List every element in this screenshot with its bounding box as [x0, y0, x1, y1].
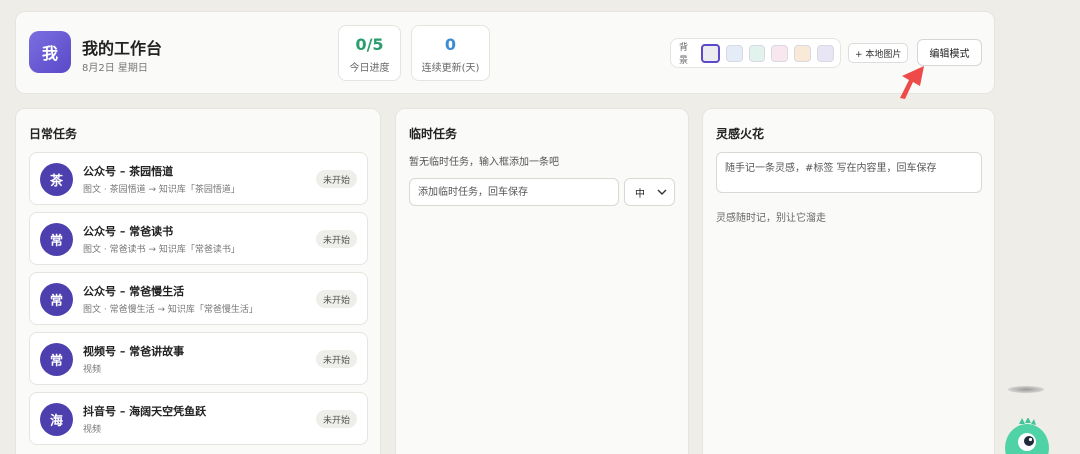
task-subtitle: 视频 — [83, 365, 102, 375]
page-title: 我的工作台 — [82, 39, 163, 58]
task-name: 公众号 – 茶园悟道 — [83, 165, 174, 178]
background-swatch[interactable] — [725, 44, 743, 62]
ideas-hint: 灵感随时记，别让它溜走 — [716, 213, 826, 224]
mascot-shadow — [1008, 386, 1044, 393]
stat-label: 今日进度 — [349, 63, 390, 74]
task-card[interactable]: 常 视频号 – 常爸讲故事 视频 未开始 — [29, 332, 368, 385]
arrow-pointer-icon — [900, 66, 924, 99]
task-name: 抖音号 – 海阔天空凭鱼跃 — [83, 405, 207, 418]
task-card[interactable]: 海 抖音号 – 海阔天空凭鱼跃 视频 未开始 — [29, 392, 368, 445]
panel-title: 灵感火花 — [716, 127, 765, 141]
status-badge[interactable]: 未开始 — [315, 230, 357, 248]
daily-tasks-panel: 日常任务 茶 公众号 – 茶园悟道 图文 · 茶园悟道 → 知识库「茶园悟道」 … — [15, 108, 381, 454]
stat-value: 0 — [444, 35, 457, 54]
edit-mode-button[interactable]: 编辑模式 — [917, 39, 982, 66]
priority-select[interactable]: 中 — [624, 178, 675, 206]
task-avatar: 茶 — [40, 163, 73, 196]
ideas-panel: 灵感火花 灵感随时记，别让它溜走 — [702, 108, 995, 454]
user-avatar: 我 — [29, 31, 71, 73]
task-card[interactable]: 常 公众号 – 常爸读书 图文 · 常爸读书 → 知识库「常爸读书」 未开始 — [29, 212, 368, 265]
task-name: 公众号 – 常爸读书 — [83, 225, 174, 238]
stat-label: 连续更新(天) — [421, 63, 480, 74]
task-avatar: 常 — [40, 223, 73, 256]
task-name: 视频号 – 常爸讲故事 — [83, 345, 185, 358]
status-badge[interactable]: 未开始 — [315, 170, 357, 188]
panel-title: 日常任务 — [29, 127, 78, 141]
stat-streak-days: 0 连续更新(天) — [411, 25, 490, 81]
background-swatch[interactable] — [794, 44, 812, 62]
temp-task-input[interactable] — [409, 178, 619, 206]
task-subtitle: 图文 · 常爸慢生活 → 知识库「常爸慢生活」 — [83, 305, 258, 315]
background-swatch[interactable] — [700, 43, 720, 63]
temp-tasks-panel: 临时任务 暂无临时任务，输入框添加一条吧 中 — [395, 108, 689, 454]
mascot-icon[interactable] — [1003, 418, 1051, 454]
task-avatar: 常 — [40, 283, 73, 316]
background-swatch[interactable] — [748, 44, 766, 62]
empty-hint: 暂无临时任务，输入框添加一条吧 — [409, 157, 559, 168]
task-avatar: 常 — [40, 343, 73, 376]
task-subtitle: 图文 · 常爸读书 → 知识库「常爸读书」 — [83, 245, 240, 255]
background-picker: 背景 — [670, 38, 841, 68]
idea-input[interactable] — [716, 152, 982, 193]
task-subtitle: 图文 · 茶园悟道 → 知识库「茶园悟道」 — [83, 185, 240, 195]
background-label: 背景 — [679, 43, 689, 66]
background-swatch[interactable] — [771, 44, 789, 62]
task-avatar: 海 — [40, 403, 73, 436]
arrow-pointer-shape — [900, 66, 924, 99]
chevron-down-icon — [657, 189, 667, 195]
task-card[interactable]: 常 公众号 – 常爸慢生活 图文 · 常爸慢生活 → 知识库「常爸慢生活」 未开… — [29, 272, 368, 325]
header-card: 我 我的工作台 8月2日 星期日 0/5 今日进度 0 连续更新(天) 背景 +… — [15, 11, 995, 94]
task-card[interactable]: 茶 公众号 – 茶园悟道 图文 · 茶园悟道 → 知识库「茶园悟道」 未开始 — [29, 152, 368, 205]
status-badge[interactable]: 未开始 — [315, 290, 357, 308]
current-date: 8月2日 星期日 — [82, 63, 148, 74]
background-swatch[interactable] — [817, 44, 834, 62]
status-badge[interactable]: 未开始 — [315, 350, 357, 368]
task-name: 公众号 – 常爸慢生活 — [83, 285, 185, 298]
priority-value: 中 — [635, 188, 645, 200]
status-badge[interactable]: 未开始 — [315, 410, 357, 428]
stat-today-progress: 0/5 今日进度 — [338, 25, 401, 81]
panel-title: 临时任务 — [409, 127, 458, 141]
local-image-button[interactable]: + 本地图片 — [848, 43, 909, 63]
task-subtitle: 视频 — [83, 425, 102, 435]
stat-value: 0/5 — [355, 35, 384, 54]
